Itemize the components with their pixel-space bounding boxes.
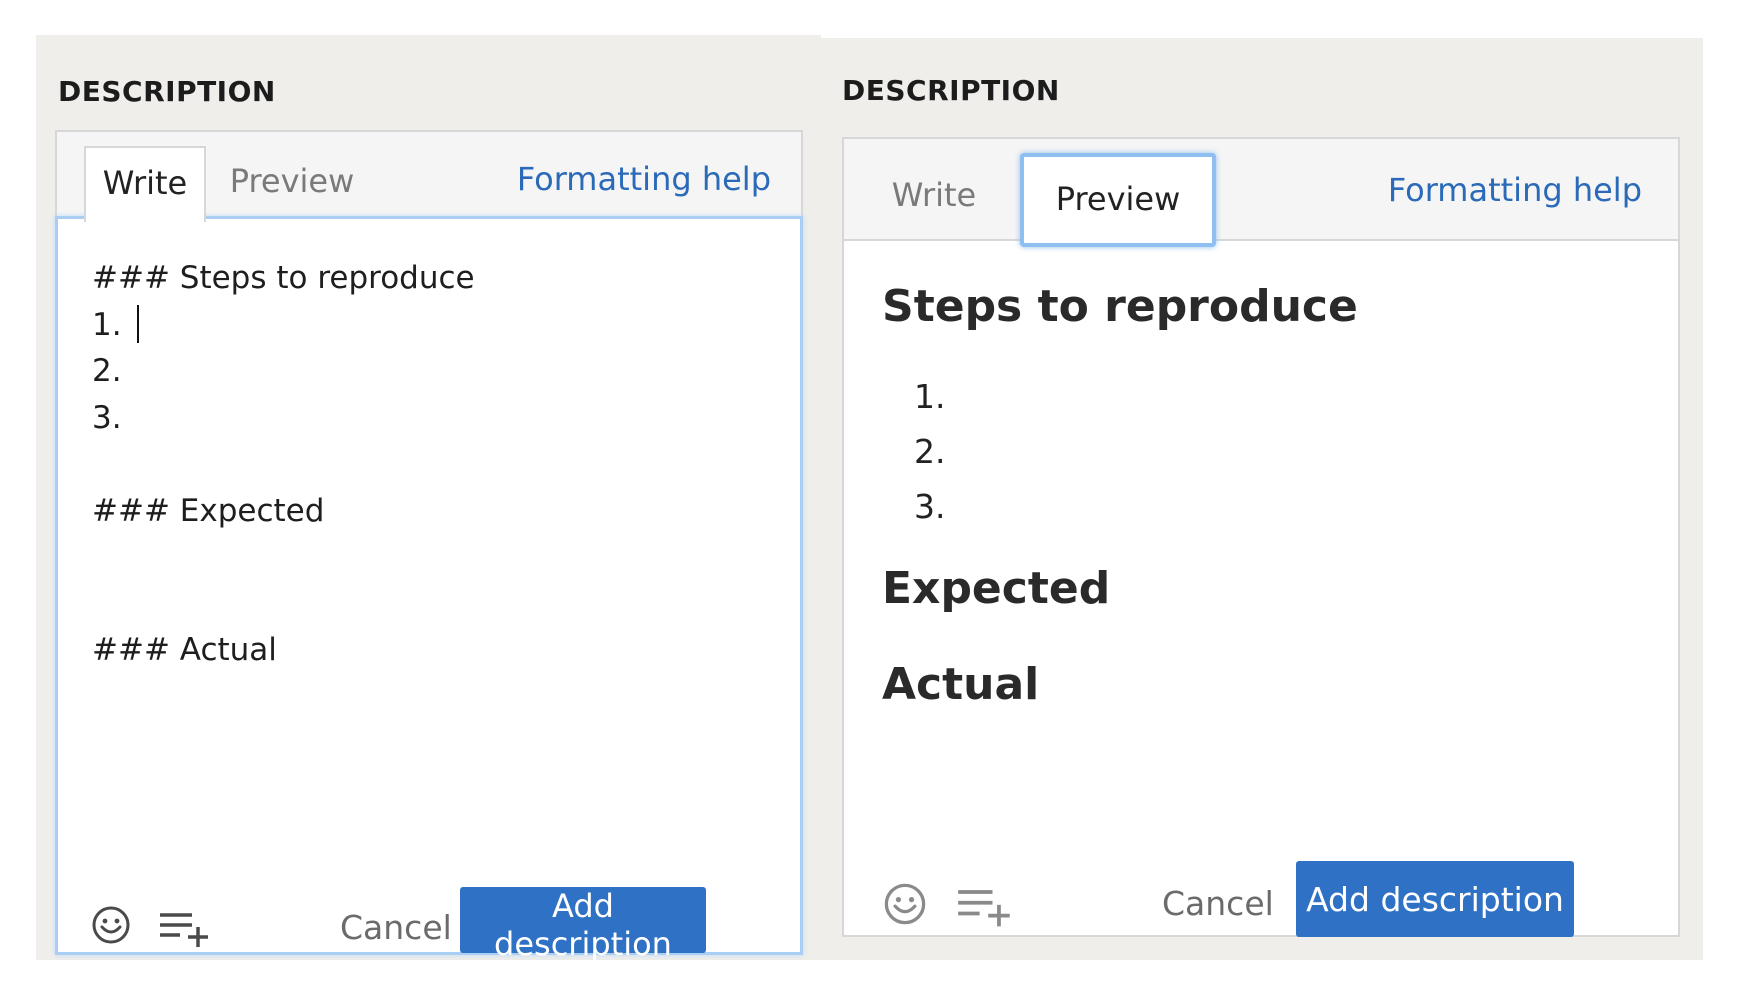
- tab-preview[interactable]: Preview: [217, 146, 367, 218]
- description-panel-write: DESCRIPTION Write Preview Formatting hel…: [36, 35, 821, 963]
- text-line: 2.: [92, 353, 122, 389]
- add-list-icon[interactable]: [158, 909, 212, 953]
- cancel-button[interactable]: Cancel: [340, 902, 452, 952]
- text-line: ### Steps to reproduce: [92, 260, 475, 296]
- editor-tabbar: Write Preview Formatting help: [844, 139, 1678, 247]
- tab-preview[interactable]: Preview: [1020, 153, 1216, 247]
- preview-heading: Actual: [882, 659, 1040, 710]
- section-title: DESCRIPTION: [58, 75, 276, 108]
- text-line: ### Actual: [92, 632, 277, 668]
- preview-heading: Steps to reproduce: [882, 281, 1358, 332]
- smiley-face-icon[interactable]: [90, 904, 132, 950]
- editor-tabbar: Write Preview Formatting help: [55, 130, 803, 222]
- section-title: DESCRIPTION: [842, 74, 1060, 107]
- text-line: [92, 581, 475, 628]
- preview-heading: Expected: [882, 563, 1111, 614]
- description-editor: Write Preview Formatting help ### Steps …: [55, 130, 803, 963]
- tab-write[interactable]: Write: [84, 146, 206, 222]
- textarea-content: ### Steps to reproduce 1. 2. 3. ### Expe…: [92, 255, 475, 674]
- list-item: 1.: [914, 377, 946, 416]
- text-caret: [137, 304, 140, 343]
- tab-write[interactable]: Write: [874, 157, 994, 233]
- formatting-help-link[interactable]: Formatting help: [1388, 171, 1642, 209]
- formatting-help-link[interactable]: Formatting help: [517, 160, 771, 198]
- text-line: [92, 441, 475, 488]
- text-line: 3.: [92, 399, 122, 436]
- description-textarea[interactable]: ### Steps to reproduce 1. 2. 3. ### Expe…: [55, 216, 803, 963]
- cancel-button[interactable]: Cancel: [1162, 878, 1274, 928]
- preview-content: Steps to reproduce 1. 2. 3. Expected Act…: [844, 241, 1678, 937]
- smiley-face-icon[interactable]: [882, 881, 928, 931]
- text-line: ### Expected: [92, 492, 325, 529]
- add-description-button[interactable]: Add description: [460, 887, 706, 963]
- text-line: 1.: [92, 306, 132, 343]
- add-description-button[interactable]: Add description: [1296, 861, 1574, 937]
- text-line: [92, 534, 475, 581]
- description-panel-preview: DESCRIPTION Write Preview Formatting hel…: [820, 38, 1703, 960]
- add-list-icon[interactable]: [956, 885, 1014, 933]
- list-item: 2.: [914, 432, 946, 471]
- list-item: 3.: [914, 487, 946, 526]
- description-editor: Write Preview Formatting help Steps to r…: [842, 137, 1680, 937]
- text-line-with-caret: 1.: [92, 302, 475, 349]
- preview-ordered-list: 1. 2. 3.: [914, 369, 946, 534]
